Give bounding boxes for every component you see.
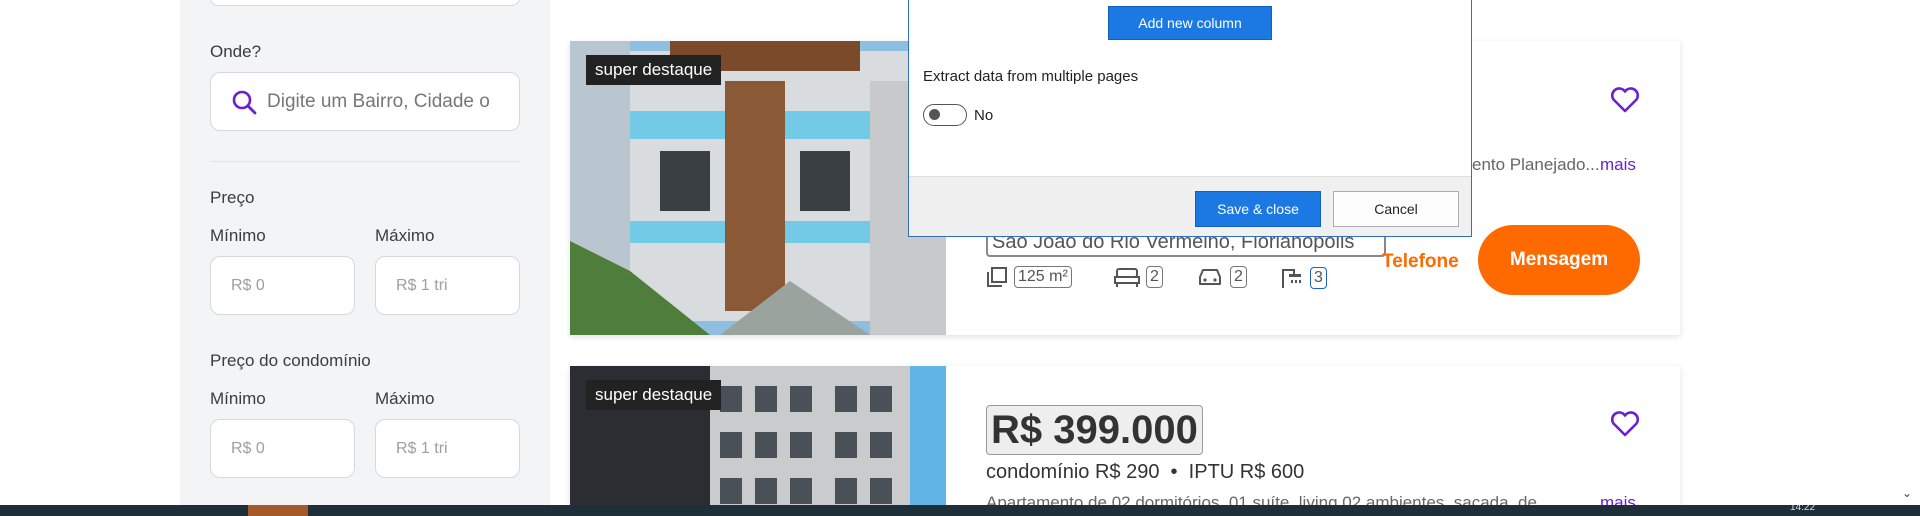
save-close-button[interactable]: Save & close xyxy=(1195,191,1321,227)
price-max-label: Máximo xyxy=(375,226,435,245)
condo-max-input[interactable]: R$ 1 tri xyxy=(375,419,520,478)
bathrooms-value: 3 xyxy=(1310,267,1327,289)
toggle-knob xyxy=(929,109,940,120)
condo-max-label: Máximo xyxy=(375,389,435,408)
bedrooms-feature: 2 xyxy=(1114,266,1163,288)
area-value: 125 m² xyxy=(1014,266,1072,288)
super-highlight-badge: super destaque xyxy=(586,55,722,85)
listing-price: R$ 399.000 xyxy=(986,405,1203,455)
price-max-input[interactable]: R$ 1 tri xyxy=(375,256,520,315)
scroll-down-icon[interactable]: ⌄ xyxy=(1902,486,1912,500)
taskbar-clock[interactable]: 14:22 xyxy=(1790,505,1830,516)
listing-fees: condomínio R$ 290 • IPTU R$ 600 xyxy=(986,461,1305,483)
price-max-placeholder: R$ 1 tri xyxy=(396,276,448,294)
price-min-input[interactable]: R$ 0 xyxy=(210,256,355,315)
message-button[interactable]: Mensagem xyxy=(1478,225,1640,295)
parking-feature: 2 xyxy=(1196,266,1247,288)
condo-min-label: Mínimo xyxy=(210,389,266,408)
sidebar-divider xyxy=(210,161,520,162)
price-label: Preço xyxy=(210,188,255,207)
listing-card[interactable]: super destaque R$ 399.000 condomínio R$ … xyxy=(570,366,1680,516)
more-link[interactable]: mais xyxy=(1600,155,1636,175)
location-search-input[interactable]: Digite um Bairro, Cidade o xyxy=(210,72,520,131)
bed-icon xyxy=(1114,268,1140,287)
area-icon xyxy=(987,267,1007,287)
car-icon xyxy=(1199,269,1221,285)
dialog-footer: Save & close Cancel xyxy=(909,176,1471,236)
price-min-label: Mínimo xyxy=(210,226,266,245)
heart-icon[interactable] xyxy=(1610,411,1640,437)
multiple-pages-toggle[interactable] xyxy=(923,104,967,126)
extract-multiple-pages-label: Extract data from multiple pages xyxy=(923,68,1139,85)
cancel-button[interactable]: Cancel xyxy=(1333,191,1459,227)
listing-description: ento Planejado... xyxy=(1472,155,1600,174)
previous-filter-field[interactable] xyxy=(210,0,520,6)
condo-min-placeholder: R$ 0 xyxy=(231,439,265,457)
parking-value: 2 xyxy=(1230,266,1247,288)
condo-price-label: Preço do condomínio xyxy=(210,351,371,370)
bedrooms-value: 2 xyxy=(1146,266,1163,288)
add-column-button[interactable]: Add new column xyxy=(1108,6,1272,40)
price-min-placeholder: R$ 0 xyxy=(231,276,265,294)
location-label: Onde? xyxy=(210,42,262,61)
condo-max-placeholder: R$ 1 tri xyxy=(396,439,448,457)
listing-photo[interactable] xyxy=(570,41,946,335)
area-feature: 125 m² xyxy=(986,266,1072,288)
location-search-placeholder: Digite um Bairro, Cidade o xyxy=(267,90,490,112)
toggle-state-label: No xyxy=(974,107,994,124)
search-icon xyxy=(232,90,257,114)
super-highlight-badge: super destaque xyxy=(586,380,722,410)
taskbar: 14:22 xyxy=(0,505,1920,516)
phone-button[interactable]: Telefone xyxy=(1382,251,1459,273)
shower-icon xyxy=(1282,269,1301,288)
taskbar-app-icon[interactable] xyxy=(248,505,308,516)
condo-min-input[interactable]: R$ 0 xyxy=(210,419,355,478)
bathrooms-feature: 3 xyxy=(1280,266,1327,290)
column-settings-dialog: Add new column Extract data from multipl… xyxy=(908,0,1472,237)
filter-sidebar: Onde? Digite um Bairro, Cidade o Preço M… xyxy=(180,0,550,505)
heart-icon[interactable] xyxy=(1610,87,1640,113)
